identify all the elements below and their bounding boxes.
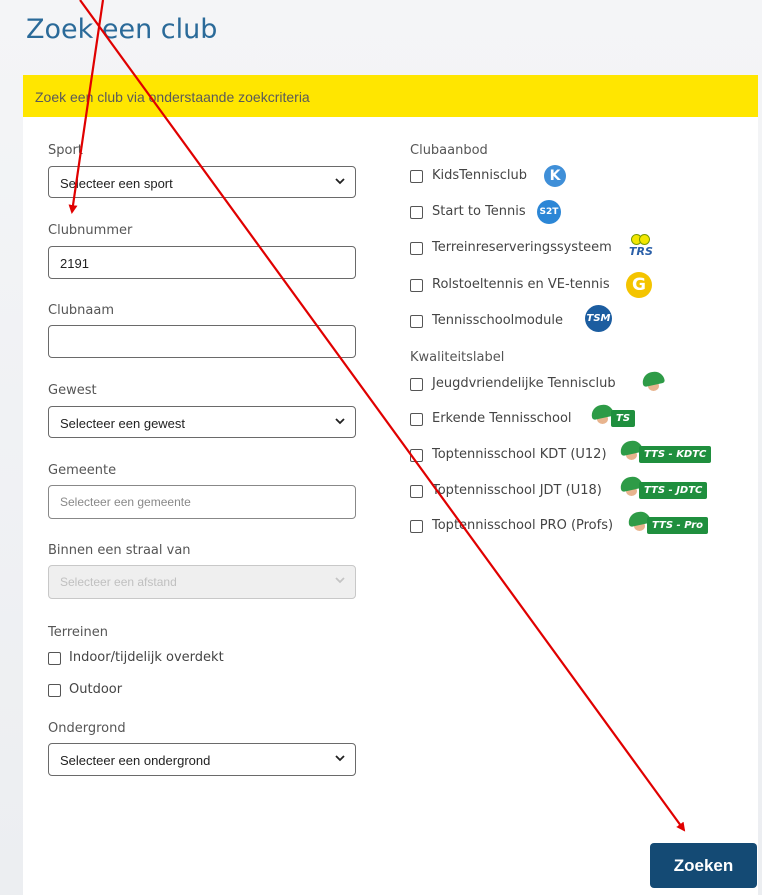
arrow-to-clubnummer <box>68 0 105 214</box>
arrow-to-zoeken <box>79 0 686 832</box>
annotation-arrows <box>68 0 686 832</box>
